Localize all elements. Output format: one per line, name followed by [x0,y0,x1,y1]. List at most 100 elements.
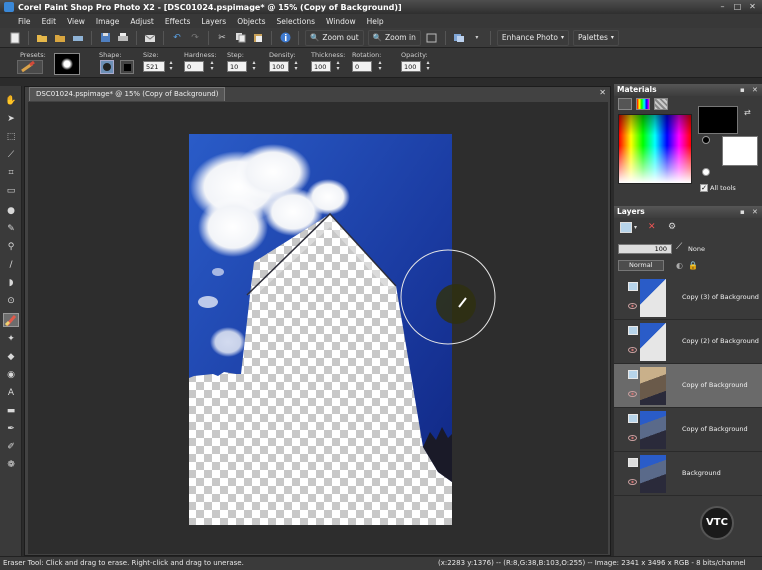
flood-fill-tool-icon[interactable]: ◆ [3,350,19,364]
hardness-spinner[interactable]: ▴ ▾ [208,60,216,72]
density-spinner[interactable]: ▴ ▾ [292,60,300,72]
selection-tool-icon[interactable]: ⬚ [3,130,19,144]
canvas-area[interactable] [28,102,608,554]
round-shape-button[interactable] [100,60,114,74]
undo-icon[interactable]: ↶ [170,31,184,45]
chevron-down-icon[interactable]: ▾ [470,31,484,45]
close-document-icon[interactable]: ✕ [599,88,606,97]
maximize-icon[interactable]: □ [732,1,743,12]
link-icon[interactable]: ⟋ [676,242,682,252]
pick-tool-icon[interactable]: ➤ [3,112,19,126]
layer-row[interactable]: Copy of Background [614,408,762,452]
layer-row[interactable]: Copy (3) of Background [614,276,762,320]
pen-tool-icon[interactable]: ✒ [3,422,19,436]
size-spinner[interactable]: ▴ ▾ [167,60,175,72]
eraser-tool-icon[interactable] [3,313,19,327]
paste-icon[interactable] [251,31,265,45]
new-file-icon[interactable] [8,31,22,45]
density-input[interactable]: 100 [269,61,289,72]
blend-none-label[interactable]: None [688,245,705,253]
close-panel-icon[interactable]: ✕ [752,206,758,218]
menu-effects[interactable]: Effects [165,17,191,26]
fit-window-icon[interactable] [425,31,439,45]
hardness-input[interactable]: 0 [184,61,204,72]
blend-mode-dropdown[interactable]: Normal [618,260,664,271]
zoom-out-button[interactable]: 🔍 Zoom out [305,29,364,46]
straighten-tool-icon[interactable]: ▭ [3,184,19,198]
menu-objects[interactable]: Objects [237,17,265,26]
layer-row[interactable]: Background [614,452,762,496]
copy-image-icon[interactable] [452,31,466,45]
background-color-swatch[interactable] [722,136,758,166]
browse-icon[interactable] [53,31,67,45]
layer-opacity-field[interactable]: 100 [618,244,672,254]
enhance-photo-menu[interactable]: Enhance Photo ▾ [496,29,569,46]
menu-image[interactable]: Image [96,17,120,26]
opacity-input[interactable]: 100 [401,61,421,72]
menu-window[interactable]: Window [326,17,356,26]
email-icon[interactable] [143,31,157,45]
layer-row[interactable]: Copy (2) of Background [614,320,762,364]
pan-tool-icon[interactable]: ✋ [3,94,19,108]
paint-brush-tool-icon[interactable]: / [3,258,19,272]
crop-tool-icon[interactable]: ⌗ [3,166,19,180]
new-raster-layer-icon[interactable] [620,222,632,233]
menu-layers[interactable]: Layers [201,17,226,26]
delete-layer-icon[interactable]: ✕ [648,222,660,233]
eye-icon[interactable] [628,346,637,354]
preset-shape-tool-icon[interactable]: ▬ [3,404,19,418]
palettes-menu[interactable]: Palettes ▾ [572,29,619,46]
warp-brush-tool-icon[interactable]: ✐ [3,440,19,454]
text-tool-icon[interactable]: A [3,386,19,400]
cut-icon[interactable]: ✂ [215,31,229,45]
mesh-warp-tool-icon[interactable]: ❁ [3,458,19,472]
zoom-in-button[interactable]: 🔍 Zoom in [367,29,421,46]
background-texture-icon[interactable] [702,168,710,176]
swatches-tab-icon[interactable] [654,98,668,110]
redo-icon[interactable]: ↷ [188,31,202,45]
step-spinner[interactable]: ▴ ▾ [250,60,258,72]
menu-file[interactable]: File [18,17,31,26]
copy-icon[interactable] [233,31,247,45]
size-input[interactable]: 521 [143,61,165,72]
step-input[interactable]: 10 [227,61,247,72]
frame-tab-icon[interactable] [618,98,632,110]
close-panel-icon[interactable]: ✕ [752,84,758,96]
menu-edit[interactable]: Edit [42,17,57,26]
layer-row-selected[interactable]: Copy of Background [614,364,762,408]
save-icon[interactable] [98,31,112,45]
foreground-color-swatch[interactable] [698,106,738,134]
picture-tube-tool-icon[interactable]: ✦ [3,332,19,346]
swap-colors-icon[interactable]: ⇄ [744,108,756,118]
document-tab[interactable]: DSC01024.pspimage* @ 15% (Copy of Backgr… [29,87,226,101]
all-tools-checkbox[interactable]: ✓ [700,184,708,192]
dodge-tool-icon[interactable]: ◗ [3,276,19,290]
eye-icon[interactable] [628,478,637,486]
menu-selections[interactable]: Selections [277,17,315,26]
pin-icon[interactable]: ▪ [740,206,745,218]
makeover-tool-icon[interactable]: ✎ [3,222,19,236]
print-icon[interactable] [116,31,130,45]
dropper-tool-icon[interactable]: ⟋ [3,148,19,162]
image-canvas[interactable] [28,102,608,554]
opacity-spinner[interactable]: ▴ ▾ [424,60,432,72]
info-icon[interactable] [278,31,292,45]
open-folder-icon[interactable] [35,31,49,45]
thickness-input[interactable]: 100 [311,61,331,72]
brush-tip-preview[interactable] [54,53,80,75]
eye-icon[interactable] [628,434,637,442]
rainbow-tab-icon[interactable] [636,98,650,110]
menu-help[interactable]: Help [367,17,384,26]
chevron-down-icon[interactable]: ▾ [634,224,637,231]
rotation-spinner[interactable]: ▴ ▾ [376,60,384,72]
close-icon[interactable]: ✕ [747,1,758,12]
eye-icon[interactable] [628,302,637,310]
menu-adjust[interactable]: Adjust [130,17,153,26]
smudge-tool-icon[interactable]: ⊙ [3,294,19,308]
presets-dropdown[interactable] [17,60,43,74]
layer-properties-icon[interactable]: ⚙ [668,222,680,233]
visibility-toggle-icon[interactable]: ◐ [676,261,683,270]
foreground-texture-icon[interactable] [702,136,710,144]
color-replacer-tool-icon[interactable]: ◉ [3,368,19,382]
scan-icon[interactable] [71,31,85,45]
